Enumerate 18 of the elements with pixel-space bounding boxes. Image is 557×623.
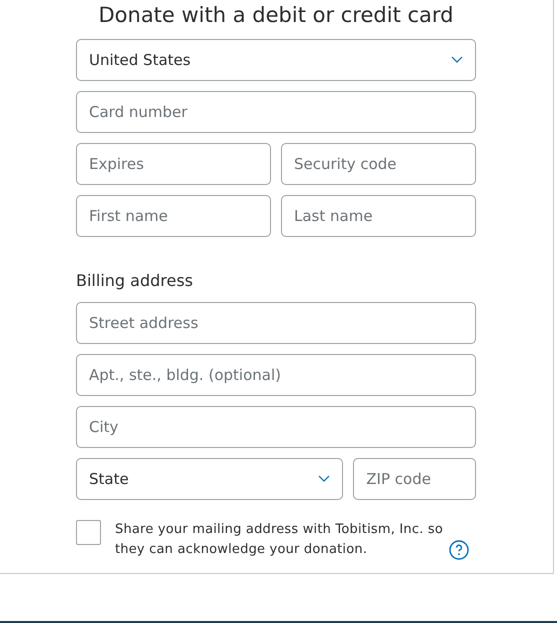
input-field[interactable]: Security code: [281, 143, 476, 185]
checkbox-label: Share your mailing address with Tobitism, Inc. so they can acknowledge your donation.: [115, 521, 444, 559]
input-field[interactable]: Apt., ste., bldg. (optional): [76, 354, 476, 396]
input-field[interactable]: Last name: [281, 195, 476, 237]
chevron-down-icon: [451, 56, 463, 64]
checkbox[interactable]: [76, 520, 101, 545]
dropdown-field[interactable]: United States: [76, 39, 476, 81]
input-field[interactable]: Street address: [76, 302, 476, 344]
section-heading: Billing address: [76, 270, 194, 292]
input-field[interactable]: Expires: [76, 143, 271, 185]
input-field[interactable]: Card number: [76, 91, 476, 133]
input-field[interactable]: City: [76, 406, 476, 448]
chevron-down-icon: [318, 475, 330, 483]
input-field[interactable]: ZIP code: [353, 458, 476, 500]
page-title: Donate with a debit or credit card: [97, 2, 454, 28]
input-field[interactable]: First name: [76, 195, 271, 237]
help-icon[interactable]: [449, 540, 469, 560]
dropdown-field[interactable]: State: [76, 458, 344, 500]
